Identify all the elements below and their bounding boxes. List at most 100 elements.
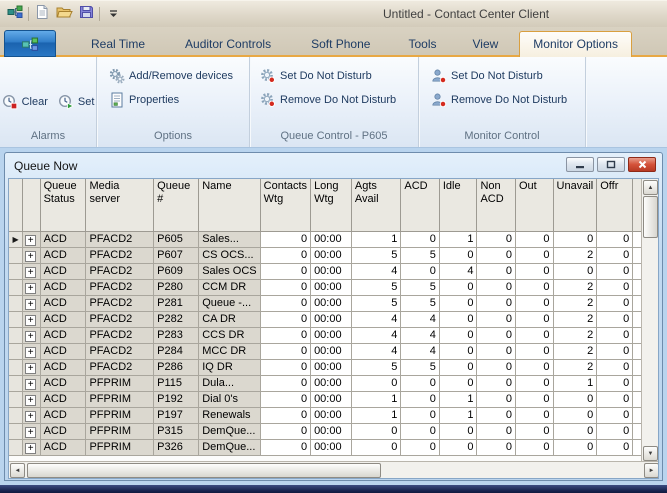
cell-name[interactable]: CCS DR (199, 327, 260, 343)
cell-non-acd[interactable]: 0 (477, 231, 515, 247)
cell-queue-status[interactable]: ACD (40, 247, 86, 263)
cell-offrd[interactable]: 0 (597, 231, 633, 247)
column-header-non-acd[interactable]: Non ACD (477, 179, 515, 231)
cell-unavail[interactable]: 0 (553, 263, 597, 279)
tab-application[interactable] (4, 30, 56, 57)
cell-name[interactable]: Dula... (199, 375, 260, 391)
cell-agts-avail[interactable]: 5 (351, 247, 401, 263)
cell-offrd[interactable]: 0 (597, 327, 633, 343)
cell-media-server[interactable]: PFACD2 (86, 295, 154, 311)
new-profile-button[interactable] (31, 4, 53, 24)
cell-agts-avail[interactable]: 0 (351, 375, 401, 391)
cell-non-acd[interactable]: 0 (477, 375, 515, 391)
monitor-set-dnd-button[interactable]: Set Do Not Disturb (431, 68, 585, 84)
cell-long-wtg[interactable]: 00:00 (311, 375, 352, 391)
cell-out[interactable]: 0 (515, 311, 553, 327)
expand-plus-icon[interactable]: + (25, 283, 36, 294)
cell-media-server[interactable]: PFACD2 (86, 279, 154, 295)
expand-plus-icon[interactable]: + (25, 411, 36, 422)
cell-non-acd[interactable]: 0 (477, 439, 515, 455)
cell-queue-status[interactable]: ACD (40, 327, 86, 343)
cell-non-acd[interactable]: 0 (477, 263, 515, 279)
cell-contacts-wtg[interactable]: 0 (260, 423, 310, 439)
cell-media-server[interactable]: PFPRIM (86, 375, 154, 391)
cell-non-acd[interactable]: 0 (477, 407, 515, 423)
expand-plus-icon[interactable]: + (25, 267, 36, 278)
cell-media-server[interactable]: PFACD2 (86, 327, 154, 343)
monitor-remove-dnd-button[interactable]: Remove Do Not Disturb (431, 92, 585, 108)
cell-acd[interactable]: 5 (401, 295, 439, 311)
cell-queue-number[interactable]: P284 (154, 343, 199, 359)
cell-agts-avail[interactable]: 1 (351, 407, 401, 423)
cell-contacts-wtg[interactable]: 0 (260, 327, 310, 343)
horizontal-scrollbar[interactable]: ◄ ► (9, 461, 659, 478)
cell-contacts-wtg[interactable]: 0 (260, 279, 310, 295)
cell-contacts-wtg[interactable]: 0 (260, 439, 310, 455)
cell-name[interactable]: CS OCS... (199, 247, 260, 263)
cell-acd[interactable]: 0 (401, 231, 439, 247)
cell-queue-number[interactable]: P281 (154, 295, 199, 311)
cell-non-acd[interactable]: 0 (477, 359, 515, 375)
expand-cell[interactable]: + (23, 343, 40, 359)
cell-offrd[interactable]: 0 (597, 359, 633, 375)
cell-acd[interactable]: 4 (401, 343, 439, 359)
cell-unavail[interactable]: 0 (553, 439, 597, 455)
expand-cell[interactable]: + (23, 359, 40, 375)
cell-long-wtg[interactable]: 00:00 (311, 295, 352, 311)
cell-offrd[interactable]: 0 (597, 295, 633, 311)
set-alarms-button[interactable]: Set (58, 94, 95, 110)
minimize-button[interactable] (566, 157, 594, 172)
cell-unavail[interactable]: 2 (553, 279, 597, 295)
clear-alarms-button[interactable]: Clear (2, 94, 48, 110)
cell-media-server[interactable]: PFPRIM (86, 391, 154, 407)
cell-long-wtg[interactable]: 00:00 (311, 407, 352, 423)
cell-media-server[interactable]: PFACD2 (86, 263, 154, 279)
cell-acd[interactable]: 4 (401, 327, 439, 343)
scroll-right-button[interactable]: ► (644, 463, 659, 478)
cell-long-wtg[interactable]: 00:00 (311, 247, 352, 263)
column-header-queue-number[interactable]: Queue # (154, 179, 199, 231)
cell-queue-status[interactable]: ACD (40, 375, 86, 391)
cell-contacts-wtg[interactable]: 0 (260, 311, 310, 327)
cell-contacts-wtg[interactable]: 0 (260, 343, 310, 359)
cell-offrd[interactable]: 0 (597, 343, 633, 359)
expand-plus-icon[interactable]: + (25, 251, 36, 262)
cell-idle[interactable]: 1 (439, 231, 477, 247)
cell-acd[interactable]: 0 (401, 439, 439, 455)
cell-long-wtg[interactable]: 00:00 (311, 359, 352, 375)
cell-contacts-wtg[interactable]: 0 (260, 295, 310, 311)
row-selector-cell[interactable] (9, 311, 23, 327)
expand-plus-icon[interactable]: + (25, 235, 36, 246)
cell-queue-number[interactable]: P280 (154, 279, 199, 295)
cell-idle[interactable]: 0 (439, 423, 477, 439)
cell-media-server[interactable]: PFACD2 (86, 231, 154, 247)
cell-acd[interactable]: 0 (401, 391, 439, 407)
cell-offrd[interactable]: 0 (597, 311, 633, 327)
expand-plus-icon[interactable]: + (25, 379, 36, 390)
cell-media-server[interactable]: PFPRIM (86, 407, 154, 423)
row-selector-cell[interactable] (9, 375, 23, 391)
row-selector-cell[interactable]: ▶ (9, 231, 23, 247)
vertical-scrollbar[interactable]: ▲ ▼ (641, 179, 658, 462)
horizontal-scroll-thumb[interactable] (27, 463, 381, 478)
expand-cell[interactable]: + (23, 423, 40, 439)
tab-real-time[interactable]: Real Time (78, 33, 158, 57)
cell-agts-avail[interactable]: 1 (351, 231, 401, 247)
cell-agts-avail[interactable]: 4 (351, 311, 401, 327)
cell-contacts-wtg[interactable]: 0 (260, 231, 310, 247)
cell-unavail[interactable]: 2 (553, 247, 597, 263)
cell-name[interactable]: CCM DR (199, 279, 260, 295)
cell-unavail[interactable]: 2 (553, 359, 597, 375)
cell-out[interactable]: 0 (515, 343, 553, 359)
cell-queue-status[interactable]: ACD (40, 311, 86, 327)
tab-tools[interactable]: Tools (395, 33, 449, 57)
cell-out[interactable]: 0 (515, 423, 553, 439)
cell-queue-number[interactable]: P192 (154, 391, 199, 407)
cell-offrd[interactable]: 0 (597, 423, 633, 439)
cell-queue-number[interactable]: P607 (154, 247, 199, 263)
expand-cell[interactable]: + (23, 263, 40, 279)
close-button[interactable] (628, 157, 656, 172)
vertical-scroll-thumb[interactable] (643, 196, 658, 238)
cell-long-wtg[interactable]: 00:00 (311, 391, 352, 407)
expand-plus-icon[interactable]: + (25, 395, 36, 406)
